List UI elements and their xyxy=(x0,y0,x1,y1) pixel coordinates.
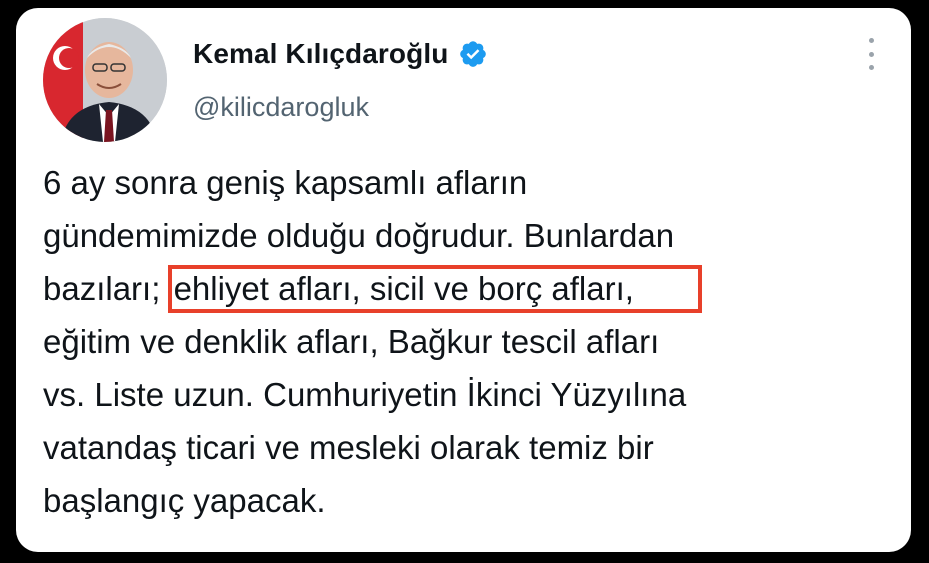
author-avatar[interactable] xyxy=(43,18,167,142)
tweet-line-prefix: bazıları; xyxy=(43,270,170,307)
author-handle[interactable]: @kilicdarogluk xyxy=(193,92,369,123)
highlighted-phrase: ehliyet afları, sicil ve borç afları, xyxy=(167,265,702,313)
tweet-text: 6 ay sonra geniş kapsamlı afların gündem… xyxy=(43,156,893,527)
more-dot xyxy=(868,65,874,70)
more-dot xyxy=(868,51,874,57)
tweet-line: bazıları; ehliyet afları, sicil ve borç … xyxy=(43,262,893,315)
author-display-name[interactable]: Kemal Kılıçdaroğlu xyxy=(193,38,448,70)
tweet-line: eğitim ve denklik afları, Bağkur tescil … xyxy=(43,323,660,360)
more-dot xyxy=(868,38,874,43)
author-name-row: Kemal Kılıçdaroğlu xyxy=(193,38,488,70)
verified-badge-icon xyxy=(460,41,487,67)
tweet-line: vs. Liste uzun. Cumhuriyetin İkinci Yüzy… xyxy=(43,376,687,413)
tweet-line: gündemimizde olduğu doğrudur. Bunlardan xyxy=(43,217,675,254)
tweet-line: 6 ay sonra geniş kapsamlı afların xyxy=(43,164,528,201)
more-options-vertical-icon[interactable] xyxy=(861,38,881,70)
profile-photo xyxy=(43,18,167,142)
tweet-card: Kemal Kılıçdaroğlu @kilicdarogluk 6 ay s… xyxy=(16,8,911,552)
tweet-line: vatandaş ticari ve mesleki olarak temiz … xyxy=(43,429,654,466)
tweet-line: başlangıç yapacak. xyxy=(43,482,326,519)
